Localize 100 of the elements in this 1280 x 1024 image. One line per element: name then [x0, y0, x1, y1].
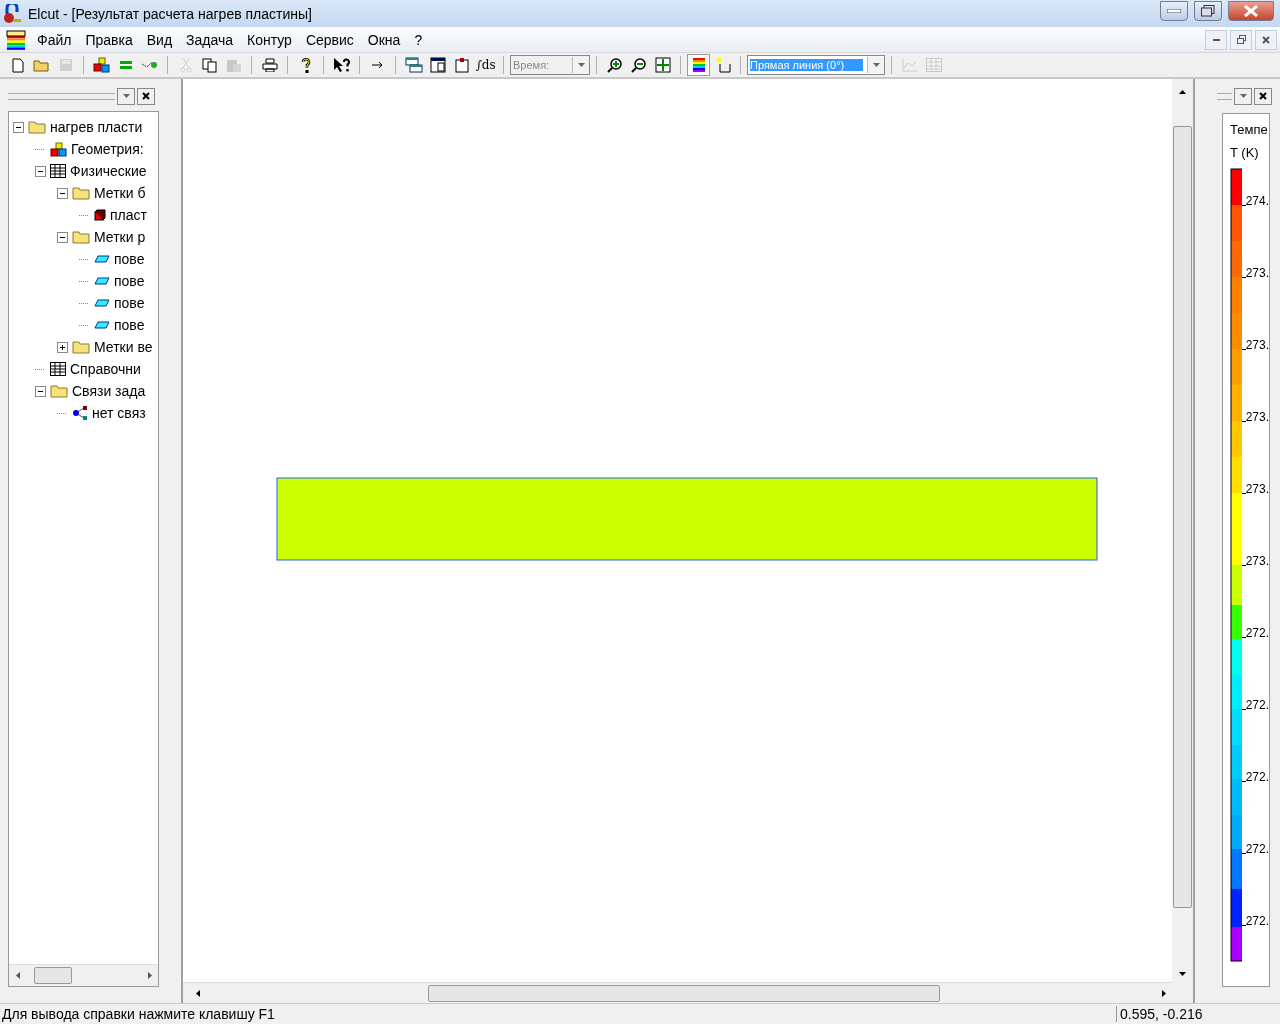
menu-item[interactable]: Окна [360, 31, 408, 48]
tree-item-label[interactable]: нагрев пласти [50, 119, 143, 135]
scale-label: 272. [1245, 698, 1269, 712]
status-coordinates: 0.595, -0.216 [1116, 1006, 1280, 1022]
toolbar-button[interactable]: ∫ds [474, 54, 497, 76]
minimize-icon [1212, 38, 1220, 41]
menu-item[interactable]: Правка [78, 31, 140, 48]
table-icon [429, 57, 446, 73]
collapse-toggle[interactable] [57, 231, 68, 243]
tree-item-label[interactable]: Физические [70, 163, 147, 179]
document-color-icon [6, 29, 26, 50]
close-icon [1262, 35, 1270, 44]
zoom-in-icon [606, 57, 623, 73]
menu-item[interactable]: Контур [240, 31, 299, 48]
panel-grip[interactable] [1217, 92, 1232, 100]
color-map-icon [692, 57, 705, 73]
panel-grip[interactable] [8, 92, 115, 100]
collapse-toggle[interactable] [13, 121, 24, 133]
legend-title: Темпе [1230, 122, 1269, 139]
app-logo-icon [2, 3, 22, 24]
caret-icon [1239, 94, 1247, 98]
tree-item-label[interactable]: пове [114, 295, 145, 311]
link-icon [72, 406, 88, 420]
close-icon [1259, 92, 1267, 100]
legend-unit: T (K) [1230, 145, 1260, 162]
tree-item-label[interactable]: пове [114, 317, 145, 333]
parallelogram-icon [94, 299, 110, 307]
expand-toggle[interactable] [57, 341, 68, 353]
blocks-icon [93, 57, 110, 73]
tree-item-label[interactable]: Справочни [70, 361, 141, 377]
scale-label: 273. [1245, 482, 1269, 496]
folder-icon [28, 120, 46, 134]
help-icon [299, 57, 312, 73]
plus-icon [60, 344, 65, 350]
menu-item[interactable]: Файл [30, 31, 79, 48]
caret-icon [122, 94, 130, 98]
scale-label: 272. [1245, 626, 1269, 640]
restore-button[interactable] [1230, 29, 1252, 50]
folder-icon [72, 230, 90, 244]
tree-item-label[interactable]: пове [114, 273, 145, 289]
collapse-toggle[interactable] [35, 165, 46, 177]
paste-icon [225, 57, 242, 73]
folder-icon [33, 58, 50, 72]
zoom-out-icon [630, 57, 647, 73]
tree-item-label[interactable]: пласт [110, 207, 147, 223]
maximize-button[interactable] [1194, 0, 1222, 21]
restore-icon [1201, 4, 1215, 17]
tree-item-label[interactable]: Метки ве [94, 339, 153, 355]
toolbar-button[interactable] [687, 54, 710, 76]
menu-item[interactable]: Задача [179, 31, 241, 48]
collapse-toggle[interactable] [57, 187, 68, 199]
toolbar-button[interactable] [90, 54, 113, 76]
tree-item-label[interactable]: пове [114, 251, 145, 267]
tree-item-label[interactable]: нет связ [92, 405, 146, 421]
minimize-button[interactable] [1205, 29, 1227, 50]
close-button[interactable] [137, 87, 155, 105]
parallelogram-icon [94, 321, 110, 329]
dropdown-button[interactable] [117, 87, 135, 105]
close-icon [1244, 4, 1258, 17]
toolbar-button[interactable] [402, 54, 425, 76]
equals-icon [119, 61, 132, 69]
menu-item[interactable]: Сервис [298, 31, 361, 48]
scale-label: 272. [1245, 770, 1269, 784]
scale-label: 272. [1245, 842, 1269, 856]
tree-item-label[interactable]: Связи зада [72, 383, 146, 399]
tree-item-label[interactable]: Геометрия: [71, 141, 144, 157]
tree-item-label[interactable]: Метки б [94, 185, 146, 201]
folder-icon [72, 340, 90, 354]
tree-item-label[interactable]: Метки р [94, 229, 146, 245]
minimize-button[interactable] [1160, 0, 1188, 21]
scale-label: 273. [1245, 338, 1269, 352]
scale-label: 274. [1245, 194, 1269, 208]
scissors-icon [179, 57, 192, 73]
menu-item[interactable]: ? [407, 31, 430, 48]
folder-icon [50, 384, 68, 398]
scrollbar-thumb[interactable] [34, 967, 72, 984]
close-button[interactable] [1254, 87, 1272, 105]
minimize-icon [1167, 8, 1181, 13]
scrollbar-thumb[interactable] [1173, 126, 1192, 908]
windows-icon [404, 57, 423, 73]
close-button[interactable] [1255, 29, 1277, 50]
caret-icon [577, 63, 585, 67]
graph-icon [901, 58, 918, 72]
menu-item[interactable]: Вид [139, 31, 180, 48]
sparkle-corner-icon [714, 57, 731, 73]
minus-icon [60, 192, 65, 194]
cube-icon [94, 209, 106, 221]
copy-icon [201, 57, 218, 73]
new-document-icon [11, 57, 24, 73]
scale-label: 272. [1245, 914, 1269, 928]
collapse-toggle[interactable] [35, 385, 46, 397]
scale-label: 273. [1245, 554, 1269, 568]
dropdown-button[interactable] [1234, 87, 1252, 105]
close-icon [142, 92, 150, 100]
scrollbar-thumb[interactable] [428, 985, 940, 1002]
caret-icon [872, 63, 880, 67]
minus-icon [16, 126, 21, 128]
grid-icon [925, 58, 942, 72]
window-title: Elcut - [Результат расчета нагрев пластины] [28, 5, 313, 22]
printer-icon [261, 58, 278, 72]
